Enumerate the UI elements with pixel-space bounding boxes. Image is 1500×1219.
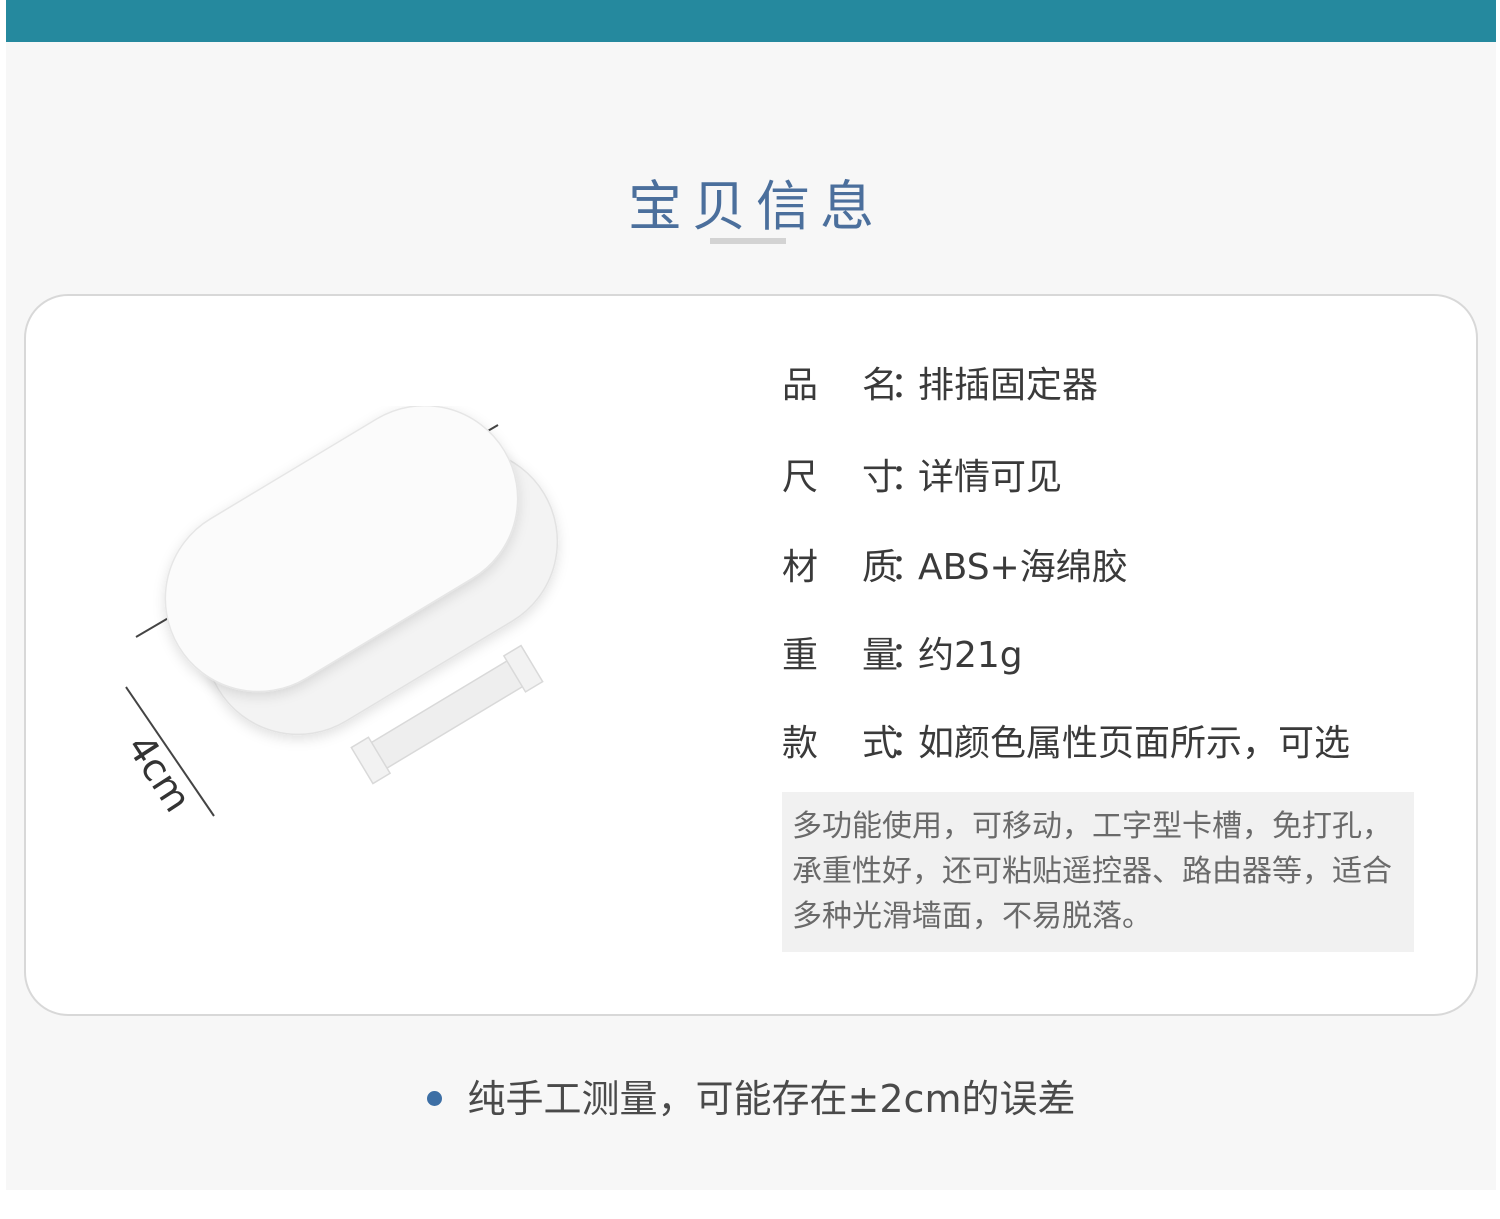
bullet-icon [426,1091,442,1106]
spec-row-material: 材质：ABS+海绵胶 [782,538,1442,588]
spec-row-weight: 重量：约21g [782,626,1442,676]
description-box: 多功能使用，可移动，工字型卡槽，免打孔，承重性好，还可粘贴遥控器、路由器等，适合… [782,792,1414,952]
spec-row-name: 品名：排插固定器 [782,356,1442,406]
spec-value-name: 排插固定器 [918,365,1099,406]
spec-row-style: 款式：如颜色属性页面所示，可选 [782,714,1442,764]
spec-key-first: 重 [782,635,819,676]
spec-colon: ： [890,723,927,764]
product-figure: 10cm 4cm [118,406,559,820]
spec-key-first: 品 [782,365,819,406]
title-underline [710,238,786,244]
spec-key-first: 尺 [782,457,819,498]
spec-value-style: 如颜色属性页面所示，可选 [918,723,1351,764]
info-card: 10cm 4cm 品名：排插固定器 尺寸：详情可见 [24,294,1478,1016]
spec-key-first: 款 [782,723,819,764]
section-title: 宝贝信息 [628,175,884,238]
measurement-note: 纯手工测量，可能存在±2cm的误差 [6,1068,1496,1123]
spec-value-weight: 约21g [918,635,1023,676]
spec-value-material: ABS+海绵胶 [918,547,1128,588]
spec-row-size: 尺寸：详情可见 [782,448,1442,498]
spec-colon: ： [890,457,927,498]
spec-colon: ： [890,365,927,406]
measurement-note-text: 纯手工测量，可能存在±2cm的误差 [467,1077,1076,1121]
product-info-page: 宝贝信息 10cm 4cm [6,0,1496,1190]
spec-colon: ： [890,635,927,676]
spec-key-first: 材 [782,547,819,588]
spec-colon: ： [890,547,927,588]
top-banner [6,0,1496,42]
spec-value-size: 详情可见 [918,457,1063,498]
width-label: 4cm [118,727,200,820]
